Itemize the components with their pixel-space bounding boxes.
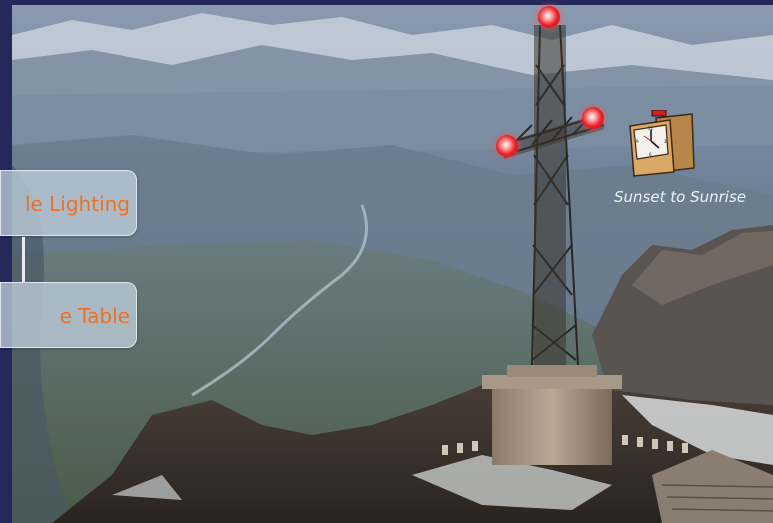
time-table-label: e Table bbox=[59, 304, 130, 328]
svg-text:12: 12 bbox=[648, 126, 654, 131]
light-lighting-button[interactable]: le Lighting bbox=[0, 170, 137, 236]
clock-caption: Sunset to Sunrise bbox=[614, 188, 746, 206]
beacon-top[interactable] bbox=[538, 6, 560, 28]
beacon-left-arm[interactable] bbox=[496, 135, 518, 157]
clock-icon: 12 3 6 9 bbox=[626, 109, 696, 182]
button-connector bbox=[22, 237, 25, 282]
sunset-sunrise-widget[interactable]: 12 3 6 9 Sunset to Sunrise bbox=[600, 109, 760, 210]
mountain-photo bbox=[12, 5, 773, 523]
time-table-button[interactable]: e Table bbox=[0, 282, 137, 348]
light-lighting-label: le Lighting bbox=[24, 192, 130, 216]
